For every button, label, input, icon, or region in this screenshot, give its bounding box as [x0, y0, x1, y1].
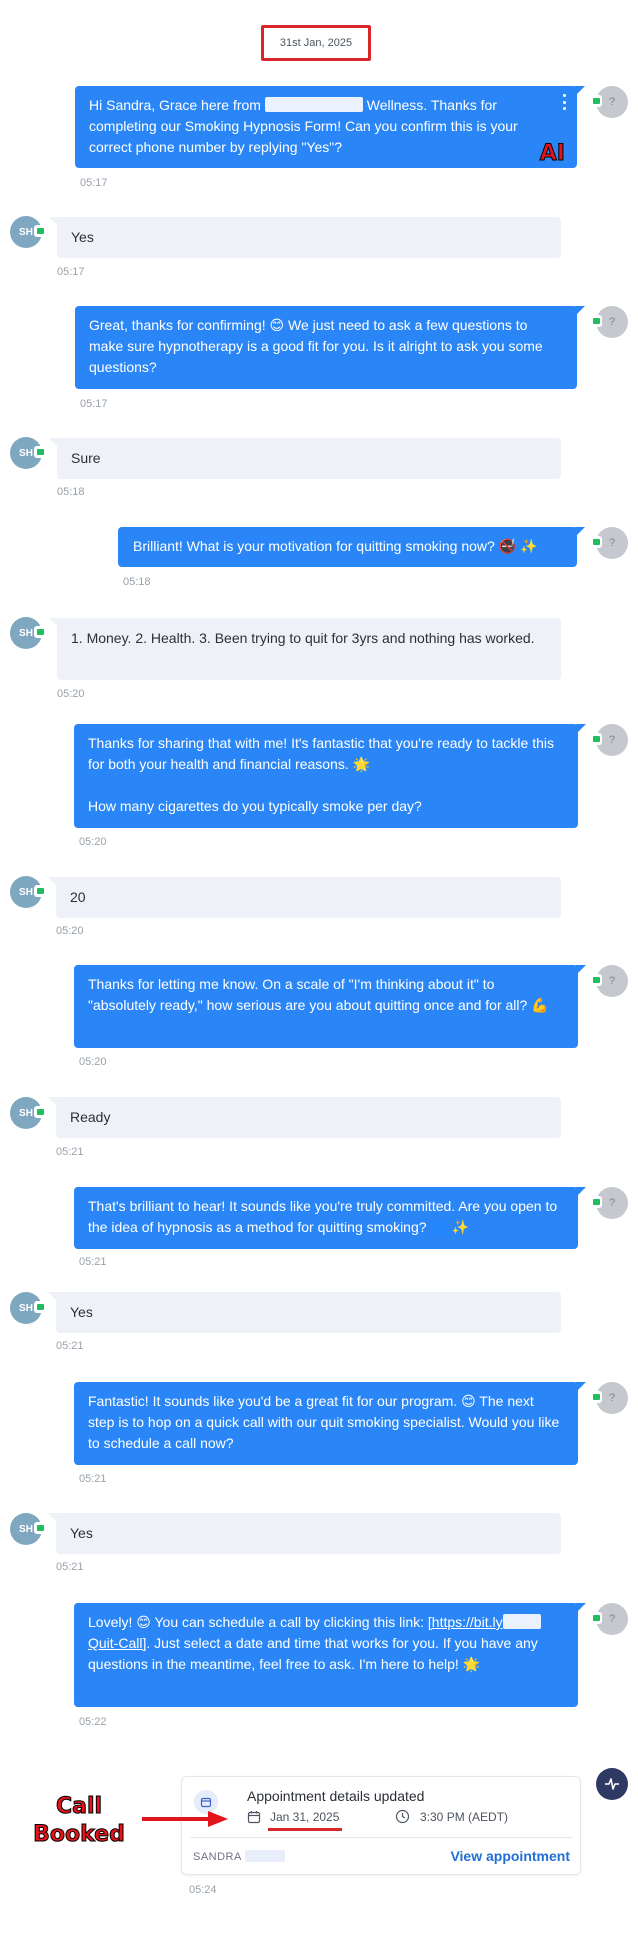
clock-icon	[395, 1809, 410, 1824]
message-time: 05:21	[79, 1256, 107, 1268]
message-time: 05:20	[57, 688, 85, 700]
sms-channel-icon	[590, 95, 602, 107]
message-text: Fantastic! It sounds like you'd be a gre…	[88, 1393, 560, 1451]
sms-channel-icon	[590, 1196, 602, 1208]
sms-channel-icon	[34, 1301, 46, 1313]
message-text: Great, thanks for confirming! 😊 We just …	[89, 317, 543, 375]
message-text: How many cigarettes do you typically smo…	[88, 798, 422, 814]
message-text: Sure	[71, 450, 101, 466]
message-text: . Just select a date and time that works…	[88, 1635, 538, 1672]
more-options-icon[interactable]	[563, 94, 567, 110]
outgoing-message: Thanks for sharing that with me! It's fa…	[74, 724, 586, 828]
incoming-message: Ready	[48, 1097, 561, 1138]
outgoing-message: Brilliant! What is your motivation for q…	[118, 527, 585, 567]
appointment-time: 3:30 PM (AEDT)	[420, 1810, 509, 1824]
sms-channel-icon	[34, 626, 46, 638]
incoming-message: Yes	[48, 1292, 561, 1333]
sms-channel-icon	[590, 536, 602, 548]
appointment-time-stamp: 05:24	[189, 1884, 217, 1896]
message-text: 20	[70, 889, 86, 905]
message-text: Lovely! 😊 You can schedule a call by cli…	[88, 1614, 428, 1630]
appointment-card: Appointment details updated Jan 31, 2025…	[181, 1776, 581, 1875]
message-text: Ready	[70, 1109, 111, 1125]
outgoing-message: Great, thanks for confirming! 😊 We just …	[75, 306, 585, 389]
message-time: 05:21	[56, 1146, 84, 1158]
activity-pulse-icon	[605, 1778, 619, 1790]
message-time: 05:17	[80, 177, 108, 189]
outgoing-message: That's brilliant to hear! It sounds like…	[74, 1187, 586, 1249]
sms-channel-icon	[590, 974, 602, 986]
ai-annotation: AI	[539, 141, 565, 166]
sms-channel-icon	[34, 1106, 46, 1118]
message-text: Hi Sandra, Grace here from	[89, 97, 265, 113]
annotation-arrow	[142, 1811, 228, 1827]
message-time: 05:22	[79, 1716, 107, 1728]
incoming-message: 1. Money. 2. Health. 3. Been trying to q…	[49, 618, 561, 680]
view-appointment-link[interactable]: View appointment	[450, 1848, 570, 1864]
message-text: Yes	[71, 229, 94, 245]
incoming-message: Yes	[48, 1513, 561, 1554]
sms-channel-icon	[590, 1612, 602, 1624]
outgoing-message: Lovely! 😊 You can schedule a call by cli…	[74, 1603, 586, 1707]
outgoing-message: Thanks for letting me know. On a scale o…	[74, 965, 586, 1048]
sms-channel-icon	[590, 1391, 602, 1403]
message-time: 05:20	[79, 836, 107, 848]
sms-channel-icon	[34, 225, 46, 237]
message-time: 05:17	[57, 266, 85, 278]
message-time: 05:21	[56, 1340, 84, 1352]
incoming-message: Sure	[49, 438, 561, 479]
message-time: 05:20	[79, 1056, 107, 1068]
calendar-date-icon	[247, 1811, 261, 1824]
outgoing-message: Hi Sandra, Grace here from Wellness. Tha…	[75, 86, 585, 168]
message-text: Brilliant! What is your motivation for q…	[133, 538, 538, 554]
appointment-title: Appointment details updated	[247, 1788, 425, 1804]
date-divider: 31st Jan, 2025	[261, 25, 371, 61]
divider	[190, 1837, 572, 1838]
outgoing-message: Fantastic! It sounds like you'd be a gre…	[74, 1382, 586, 1465]
message-text: Thanks for sharing that with me! It's fa…	[88, 735, 555, 772]
sms-channel-icon	[34, 885, 46, 897]
activity-avatar	[596, 1768, 628, 1800]
message-text: Thanks for letting me know. On a scale o…	[88, 976, 549, 1013]
redacted-text	[264, 97, 363, 112]
incoming-message: Yes	[49, 217, 561, 258]
message-text: 1. Money. 2. Health. 3. Been trying to q…	[71, 630, 535, 646]
sms-channel-icon	[590, 733, 602, 745]
message-time: 05:18	[57, 486, 85, 498]
message-text: Yes	[70, 1525, 93, 1541]
message-time: 05:21	[56, 1561, 84, 1573]
call-booked-annotation: Call Booked	[33, 1794, 126, 1848]
sms-channel-icon	[34, 1522, 46, 1534]
date-label: 31st Jan, 2025	[279, 37, 353, 49]
incoming-message: 20	[48, 877, 561, 918]
sms-channel-icon	[34, 446, 46, 458]
annotation-underline	[268, 1828, 342, 1831]
message-time: 05:18	[123, 576, 151, 588]
appointment-contact: SANDRA	[193, 1850, 285, 1863]
message-time: 05:17	[80, 398, 108, 410]
message-text: Yes	[70, 1304, 93, 1320]
sms-channel-icon	[590, 315, 602, 327]
message-time: 05:20	[56, 925, 84, 937]
appointment-date: Jan 31, 2025	[270, 1810, 340, 1824]
message-time: 05:21	[79, 1473, 107, 1485]
message-text: That's brilliant to hear! It sounds like…	[88, 1198, 558, 1235]
